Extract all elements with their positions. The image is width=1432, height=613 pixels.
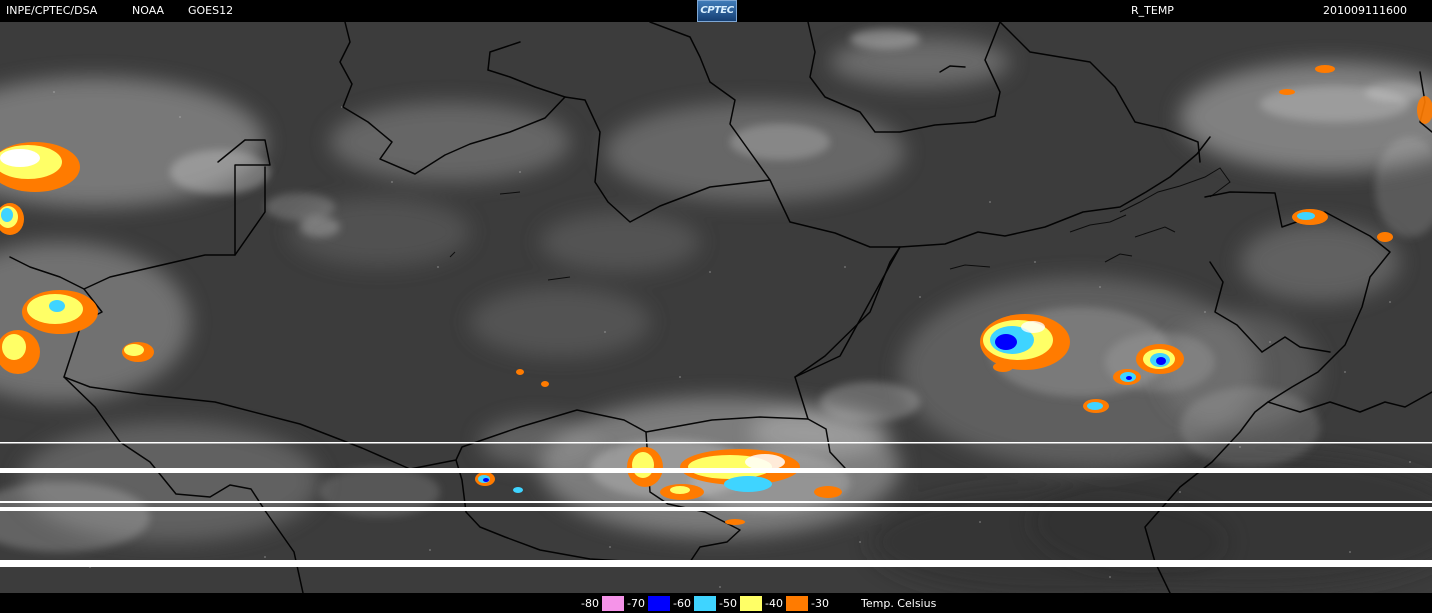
legend-swatch-minus-70 (648, 596, 670, 611)
legend-label-minus-40: -40 (765, 597, 783, 610)
legend-label-minus-30: -30 (811, 597, 829, 610)
timestamp-label: 201009111600 (1323, 4, 1407, 17)
legend-swatch-minus-80 (602, 596, 624, 611)
legend-label-minus-80: -80 (581, 597, 599, 610)
legend-label-minus-60: -60 (673, 597, 691, 610)
cptec-logo: CPTEC (697, 0, 737, 22)
satellite-label: GOES12 (188, 4, 234, 17)
legend-swatch-minus-30 (832, 596, 855, 611)
legend-row: -80 -70 -60 -50 -40 -30 Temp. Celsius (578, 596, 936, 611)
product-label: R_TEMP (1131, 4, 1174, 17)
header-bar: INPE/CPTEC/DSA NOAA GOES12 CPTEC R_TEMP … (0, 0, 1432, 22)
agency-label: NOAA (132, 4, 165, 17)
source-label: INPE/CPTEC/DSA (6, 4, 98, 17)
temperature-legend: -80 -70 -60 -50 -40 -30 Temp. Celsius (0, 593, 1432, 613)
legend-label-minus-70: -70 (627, 597, 645, 610)
legend-label-minus-50: -50 (719, 597, 737, 610)
satellite-map (0, 22, 1432, 593)
legend-swatch-minus-50 (740, 596, 762, 611)
legend-unit: Temp. Celsius (861, 597, 937, 610)
satellite-image (0, 22, 1432, 593)
legend-swatch-minus-40 (786, 596, 808, 611)
legend-swatch-minus-60 (694, 596, 716, 611)
